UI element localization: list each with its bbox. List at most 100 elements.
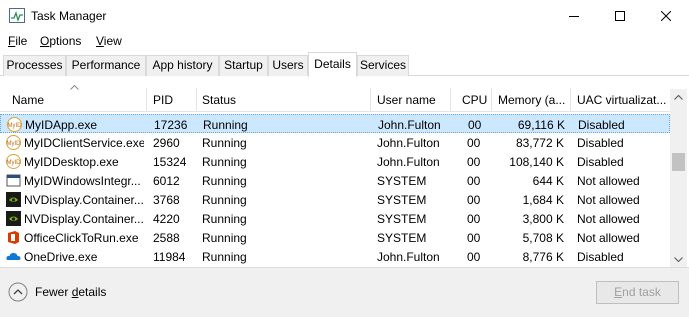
process-pid: 4220: [153, 212, 180, 226]
vertical-scrollbar[interactable]: [670, 89, 687, 267]
process-pid: 2588: [153, 231, 180, 245]
process-name: OfficeClickToRun.exe: [24, 231, 139, 245]
process-status: Running: [202, 174, 247, 188]
menu-options[interactable]: Options: [40, 34, 81, 48]
table-row[interactable]: OfficeClickToRun.exe 2588 Running SYSTEM…: [0, 228, 670, 247]
svg-text:MyID: MyID: [7, 141, 22, 147]
column-header-name[interactable]: Name: [12, 93, 44, 107]
process-name: NVDisplay.Container...: [24, 212, 144, 226]
fewer-details-link[interactable]: Fewer details: [35, 285, 106, 299]
process-uac: Disabled: [577, 250, 624, 264]
tab-details[interactable]: Details: [308, 52, 357, 77]
minimize-button[interactable]: [551, 0, 597, 31]
process-memory: 108,140 K: [509, 155, 564, 169]
process-cpu: 00: [467, 155, 481, 169]
process-uac: Disabled: [577, 155, 624, 169]
process-name: MyIDClientService.exe: [24, 136, 144, 150]
column-header-pid[interactable]: PID: [153, 93, 173, 107]
exe-window-icon: [6, 174, 21, 187]
menu-bar: File Options View: [0, 31, 689, 52]
process-user: John.Fulton: [377, 250, 440, 264]
table-row[interactable]: MyID MyIDClientService.exe 2960 Running …: [0, 133, 670, 152]
process-cpu: 00: [467, 250, 481, 264]
column-header-uac[interactable]: UAC virtualizat...: [577, 93, 666, 107]
process-pid: 17236: [154, 118, 188, 132]
column-header-cpu[interactable]: CPU: [462, 93, 487, 107]
footer-bar: Fewer details End task: [0, 267, 689, 317]
process-status: Running: [202, 193, 247, 207]
svg-text:MyID: MyID: [7, 160, 22, 166]
process-memory: 8,776 K: [522, 250, 564, 264]
process-user: John.Fulton: [377, 155, 440, 169]
process-uac: Not allowed: [577, 193, 640, 207]
column-divider[interactable]: [491, 88, 492, 112]
table-row[interactable]: NVDisplay.Container... 3768 Running SYST…: [0, 190, 670, 209]
collapse-chevron-icon[interactable]: [8, 282, 28, 302]
end-task-button[interactable]: End task: [596, 281, 679, 304]
process-memory: 1,684 K: [522, 193, 564, 207]
sort-ascending-icon: [70, 85, 79, 90]
process-name: MyIDWindowsIntegr...: [24, 174, 141, 188]
maximize-button[interactable]: [597, 0, 643, 31]
process-uac: Not allowed: [577, 174, 640, 188]
column-divider[interactable]: [146, 88, 147, 112]
office-icon: [8, 231, 19, 244]
tab-processes[interactable]: Processes: [3, 55, 66, 76]
tab-startup[interactable]: Startup: [219, 55, 268, 76]
tab-users[interactable]: Users: [268, 55, 308, 76]
process-memory: 644 K: [532, 174, 564, 188]
scroll-up-icon[interactable]: [674, 95, 683, 100]
process-status: Running: [202, 250, 247, 264]
menu-view[interactable]: View: [96, 34, 122, 48]
column-divider[interactable]: [370, 88, 371, 112]
table-header: Name PID Status User name CPU Memory (a.…: [0, 76, 670, 112]
process-name: MyIDApp.exe: [25, 118, 98, 132]
column-header-user-name[interactable]: User name: [377, 93, 436, 107]
process-user: SYSTEM: [377, 231, 427, 245]
myid-icon: MyID: [6, 135, 21, 150]
tab-performance[interactable]: Performance: [66, 55, 146, 76]
close-button[interactable]: [643, 0, 689, 31]
process-user: SYSTEM: [377, 193, 427, 207]
maximize-icon: [615, 10, 625, 21]
process-status: Running: [202, 136, 247, 150]
process-cpu: 00: [467, 212, 481, 226]
scroll-down-icon[interactable]: [674, 257, 683, 262]
minimize-icon: [569, 15, 579, 17]
svg-text:MyID: MyID: [8, 123, 23, 129]
column-header-memory[interactable]: Memory (a...: [498, 93, 565, 107]
process-user: John.Fulton: [378, 118, 441, 132]
process-status: Running: [202, 212, 247, 226]
process-name: NVDisplay.Container...: [24, 193, 144, 207]
table-row[interactable]: NVDisplay.Container... 4220 Running SYST…: [0, 209, 670, 228]
process-pid: 11984: [153, 250, 186, 264]
column-divider[interactable]: [450, 88, 451, 112]
table-row[interactable]: MyID MyIDDesktop.exe 15324 Running John.…: [0, 152, 670, 171]
table-row[interactable]: OneDrive.exe 11984 Running John.Fulton 0…: [0, 247, 670, 266]
column-divider[interactable]: [196, 88, 197, 112]
tab-services[interactable]: Services: [357, 55, 409, 76]
table-row[interactable]: MyIDWindowsIntegr... 6012 Running SYSTEM…: [0, 171, 670, 190]
column-divider[interactable]: [570, 88, 571, 112]
myid-icon: MyID: [6, 154, 21, 169]
column-header-status[interactable]: Status: [202, 93, 236, 107]
process-user: John.Fulton: [377, 136, 440, 150]
process-user: SYSTEM: [377, 212, 427, 226]
close-icon: [661, 10, 671, 21]
process-cpu: 00: [467, 174, 481, 188]
process-status: Running: [202, 155, 247, 169]
tab-strip: Processes Performance App history Startu…: [0, 52, 689, 77]
process-memory: 5,708 K: [522, 231, 564, 245]
menu-file[interactable]: File: [8, 34, 27, 48]
scrollbar-thumb[interactable]: [672, 153, 685, 171]
process-cpu: 00: [467, 193, 481, 207]
table-row[interactable]: MyID MyIDApp.exe 17236 Running John.Fult…: [0, 114, 670, 133]
myid-icon: MyID: [7, 117, 22, 132]
tab-app-history[interactable]: App history: [146, 55, 219, 76]
process-cpu: 00: [468, 118, 482, 132]
process-status: Running: [203, 118, 248, 132]
details-table: Name PID Status User name CPU Memory (a.…: [0, 76, 689, 267]
process-memory: 3,800 K: [522, 212, 564, 226]
process-pid: 6012: [153, 174, 180, 188]
process-name: MyIDDesktop.exe: [24, 155, 119, 169]
